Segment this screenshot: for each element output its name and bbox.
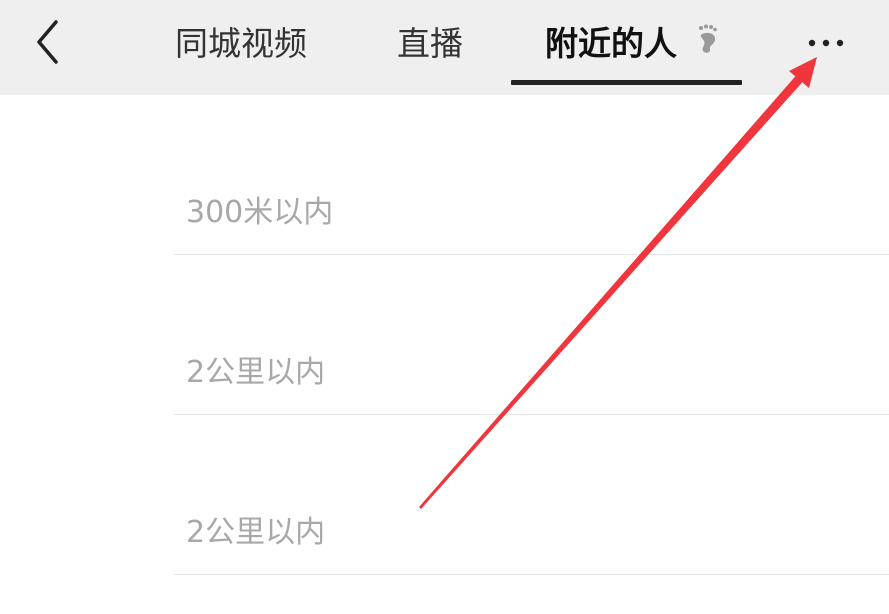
distance-option-label: 2公里以内 [186, 515, 326, 550]
list-item[interactable]: 2公里以内 [174, 255, 889, 415]
list-item[interactable]: 2公里以内 [174, 415, 889, 575]
distance-option-label: 300米以内 [186, 195, 334, 230]
tab-label: 附近的人 [545, 24, 677, 63]
tab-nearby-people[interactable]: 附近的人 [512, 18, 742, 70]
more-horizontal-icon [808, 39, 844, 47]
more-button[interactable] [796, 22, 856, 66]
chevron-left-icon [37, 20, 58, 64]
tab-local-video[interactable]: 同城视频 [175, 18, 307, 70]
nearby-page: 同城视频 直播 附近的人 300米以内 2公里以内 2公里以内 [0, 0, 889, 614]
back-button[interactable] [22, 14, 78, 70]
footprint-icon [697, 17, 719, 69]
tab-label: 同城视频 [175, 24, 307, 63]
active-tab-indicator [511, 80, 742, 85]
tab-live[interactable]: 直播 [397, 18, 463, 70]
list-item[interactable]: 300米以内 [174, 95, 889, 255]
tab-label: 直播 [397, 24, 463, 63]
top-nav-bar: 同城视频 直播 附近的人 [0, 0, 889, 95]
distance-option-label: 2公里以内 [186, 355, 326, 390]
